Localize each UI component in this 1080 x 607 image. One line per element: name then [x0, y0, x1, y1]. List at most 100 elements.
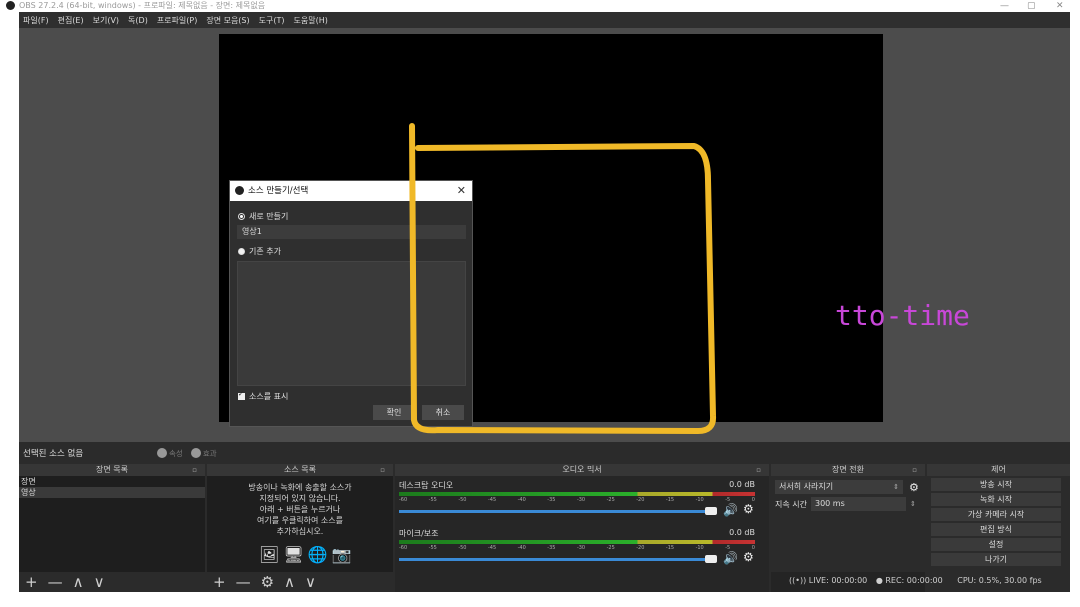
create-new-radio[interactable]	[238, 212, 245, 220]
controls-dock: 제어 방송 시작 녹화 시작 가상 카메라 시작 편집 방식 설정 나가기	[927, 464, 1070, 592]
transitions-dock: 장면 전환 ▫ 서서히 사라지기 ⇕ ⚙ 지속 시간 300 ms ⇕	[771, 464, 925, 592]
minimize-button[interactable]: —	[1000, 0, 1009, 12]
visible-checkbox[interactable]	[238, 390, 245, 400]
visible-label: 소스를 표시	[249, 391, 289, 401]
menu-file[interactable]: 파일(F)	[23, 15, 49, 26]
track-db: 0.0 dB	[729, 480, 755, 489]
filters-label: 효과	[202, 448, 217, 458]
mixer-track-mic: 마이크/보조 0.0 dB -60 -55 -50 -45 -40 -35 -30 -25 -2…	[399, 528, 755, 568]
scene-item[interactable]: 영상	[19, 487, 205, 498]
dock-float-icon[interactable]: ▫	[756, 464, 761, 476]
tick: -35	[547, 497, 556, 503]
visible-checkbox-row[interactable]: 소스를 표시	[238, 390, 288, 402]
create-new-radio-row[interactable]: 새로 만들기	[238, 210, 288, 222]
watermark-text: tto-time	[835, 299, 970, 332]
menu-view[interactable]: 보기(V)	[93, 15, 119, 26]
start-virtual-camera-button[interactable]: 가상 카메라 시작	[931, 508, 1061, 521]
exit-button[interactable]: 나가기	[931, 553, 1061, 566]
menu-scene-collection[interactable]: 장면 모음(S)	[206, 15, 249, 26]
move-down-icon[interactable]: ∨	[94, 572, 105, 592]
controls-header: 제어	[927, 464, 1070, 476]
speaker-icon[interactable]: 🔊	[723, 503, 738, 517]
move-up-icon[interactable]: ∧	[73, 572, 84, 592]
add-existing-label: 기존 추가	[249, 246, 281, 256]
volume-slider-track[interactable]	[399, 558, 709, 561]
add-existing-radio-row[interactable]: 기존 추가	[238, 245, 281, 257]
volume-meter	[399, 492, 755, 496]
close-button[interactable]: ✕	[1056, 0, 1064, 12]
cpu-fps: CPU: 0.5%, 30.00 fps	[957, 576, 1042, 585]
track-db: 0.0 dB	[729, 528, 755, 537]
move-down-icon[interactable]: ∨	[305, 572, 316, 592]
menu-profile[interactable]: 프로파일(P)	[157, 15, 198, 26]
meter-ticks: -60 -55 -50 -45 -40 -35 -30 -25 -20 -15 -10 -5 0	[399, 497, 755, 504]
tick: -15	[665, 545, 675, 551]
audio-mixer-title: 오디오 믹서	[562, 465, 602, 474]
existing-sources-list[interactable]	[237, 261, 466, 386]
studio-mode-button[interactable]: 편집 방식	[931, 523, 1061, 536]
volume-slider-track[interactable]	[399, 510, 709, 513]
speaker-icon[interactable]: 🔊	[723, 551, 738, 565]
tick: -10	[695, 497, 704, 503]
properties-button[interactable]: 속성	[157, 448, 183, 459]
gear-icon[interactable]: ⚙	[743, 550, 754, 564]
create-source-dialog: 소스 만들기/선택 ✕ 새로 만들기 영상1 기존 추가 소스를 표시 확인 취…	[229, 180, 473, 427]
window-titlebar: OBS 27.2.4 (64-bit, windows) - 프로파일: 제목없…	[0, 0, 1080, 12]
tick: -10	[695, 545, 704, 551]
menu-tools[interactable]: 도구(T)	[259, 15, 285, 26]
gear-icon[interactable]: ⚙	[909, 481, 919, 494]
transition-select[interactable]: 서서히 사라지기 ⇕	[775, 480, 903, 494]
status-line: ((•)) LIVE: 00:00:00 ● REC: 00:00:00 CPU…	[789, 576, 1042, 585]
dock-float-icon[interactable]: ▫	[912, 464, 917, 476]
menu-edit[interactable]: 편집(E)	[58, 15, 84, 26]
transitions-header: 장면 전환 ▫	[771, 464, 925, 476]
hint-line: 추가하십시오.	[276, 527, 324, 536]
spinner-icon[interactable]: ⇕	[910, 500, 916, 508]
dialog-close-button[interactable]: ✕	[457, 181, 466, 201]
ok-button[interactable]: 확인	[373, 405, 415, 420]
cancel-button[interactable]: 취소	[422, 405, 464, 420]
rec-time: REC: 00:00:00	[885, 576, 943, 585]
tick: -35	[547, 545, 556, 551]
dock-float-icon[interactable]: ▫	[380, 464, 385, 476]
audio-mixer-footer	[395, 572, 769, 592]
maximize-button[interactable]: ▢	[1027, 0, 1036, 12]
image-icon: 🖼	[259, 545, 280, 564]
move-up-icon[interactable]: ∧	[284, 572, 295, 592]
tick: -25	[606, 545, 615, 551]
remove-source-icon[interactable]: —	[236, 572, 251, 592]
controls-body: 방송 시작 녹화 시작 가상 카메라 시작 편집 방식 설정 나가기	[927, 476, 1070, 592]
tick: -15	[665, 497, 675, 503]
volume-slider-handle[interactable]	[705, 555, 717, 563]
controls-title: 제어	[991, 465, 1006, 474]
gear-icon[interactable]: ⚙	[261, 572, 274, 592]
sources-list[interactable]: 방송이나 녹화에 송출할 소스가 지정되어 있지 않습니다. 아래 + 버튼을 …	[207, 476, 393, 572]
scenes-title: 장면 목록	[96, 465, 128, 474]
transitions-title: 장면 전환	[832, 465, 864, 474]
volume-slider-handle[interactable]	[705, 507, 717, 515]
tick: -40	[517, 545, 526, 551]
remove-scene-icon[interactable]: —	[48, 572, 63, 592]
scene-item[interactable]: 장면	[19, 476, 205, 487]
dock-float-icon[interactable]: ▫	[192, 464, 197, 476]
add-scene-icon[interactable]: +	[25, 572, 38, 592]
sources-empty-hint: 방송이나 녹화에 송출할 소스가 지정되어 있지 않습니다. 아래 + 버튼을 …	[207, 482, 393, 537]
settings-button[interactable]: 설정	[931, 538, 1061, 551]
menu-help[interactable]: 도움말(H)	[294, 15, 328, 26]
camera-icon: 📷	[331, 545, 352, 564]
menu-dock[interactable]: 독(D)	[128, 15, 148, 26]
filters-button[interactable]: 효과	[190, 448, 217, 459]
hint-line: 방송이나 녹화에 송출할 소스가	[248, 483, 352, 492]
obs-window: 파일(F) 편집(E) 보기(V) 독(D) 프로파일(P) 장면 모음(S) …	[19, 12, 1070, 592]
start-streaming-button[interactable]: 방송 시작	[931, 478, 1061, 491]
source-name-input[interactable]: 영상1	[237, 225, 466, 239]
add-existing-radio[interactable]	[238, 247, 245, 255]
add-source-icon[interactable]: +	[213, 572, 226, 592]
volume-meter	[399, 540, 755, 544]
source-type-icons: 🖼 🖥 🌐 📷	[259, 546, 351, 564]
start-recording-button[interactable]: 녹화 시작	[931, 493, 1061, 506]
menu-bar: 파일(F) 편집(E) 보기(V) 독(D) 프로파일(P) 장면 모음(S) …	[19, 12, 1070, 28]
duration-input[interactable]: 300 ms	[810, 497, 906, 511]
gear-icon[interactable]: ⚙	[743, 502, 754, 516]
scenes-dock: 장면 목록 ▫ 장면 영상 + — ∧ ∨	[19, 464, 205, 592]
